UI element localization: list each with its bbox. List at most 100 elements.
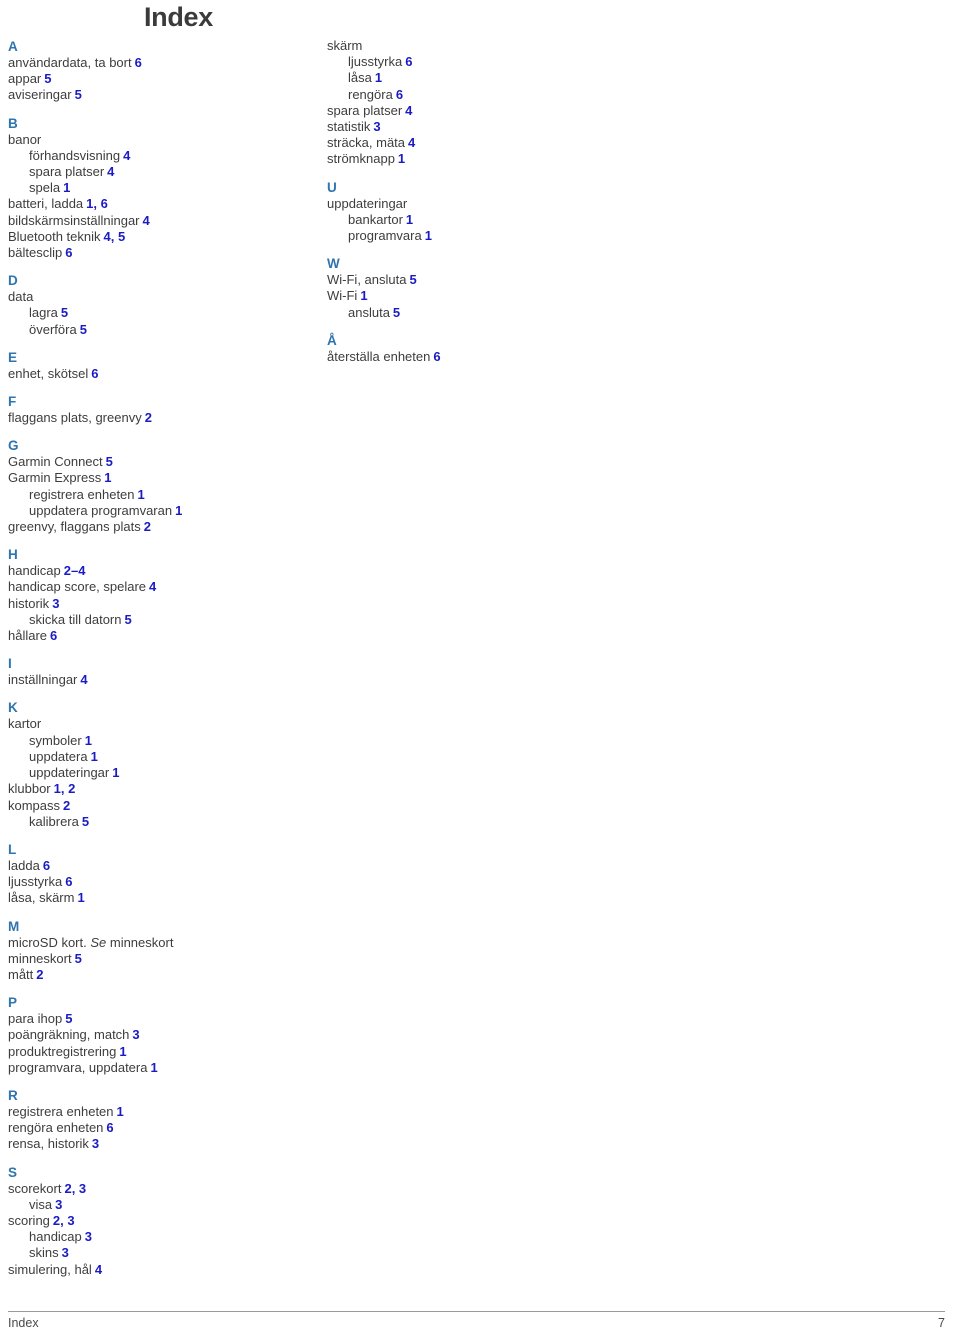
index-entry: greenvy, flaggans plats 2 [8,519,308,535]
entry-text: microSD kort. [8,934,91,950]
index-section: Ddata lagra 5 överföra 5 [8,272,308,338]
index-entry: bältesclip 6 [8,245,308,261]
entry-text: handicap [29,1229,82,1245]
entry-text: minneskort [8,950,72,966]
index-entry: mått 2 [8,967,308,983]
entry-page-number: 6 [42,857,51,873]
entry-page-number: 1 [397,151,406,167]
entry-text: produktregistrering [8,1043,117,1059]
index-entry: inställningar 4 [8,672,308,688]
entry-text: visa [29,1196,53,1212]
entry-page-number: 5 [44,71,52,87]
index-entry: handicap 2–4 [8,563,308,579]
index-section: W Wi-Fi, ansluta 5 Wi-Fi 1 ansluta 5 [327,255,627,321]
entry-text: ladda [8,857,40,873]
section-letter: G [8,438,19,454]
entry-page-number: 6 [65,874,73,890]
entry-page-number: 5 [60,305,69,321]
index-entry: flaggans plats, greenvy 2 [8,410,308,426]
section-letter: E [8,349,18,365]
entry-text: ansluta [348,304,390,320]
entry-page-number: 6 [91,365,99,381]
index-section: Sscorekort 2, 3 visa 3 scoring 2, 3 handicap 3 s… [8,1164,308,1278]
entry-text: statistik [327,119,371,135]
index-section: G Garmin Connect 5 Garmin Express 1 registrer… [8,437,308,535]
entry-page-number: 1 [116,1103,124,1119]
entry-text: enhet, skötsel [8,365,89,381]
index-subentry: kalibrera 5 [8,814,308,830]
entry-page-number: 4 [80,672,88,688]
entry-page-number: 1 [424,228,432,244]
entry-page-number: 5 [105,454,113,470]
entry-page-number: 2 [144,410,152,426]
index-entry: registrera enheten 1 [8,1104,308,1120]
index-entry: simulering, hål 4 [8,1262,308,1278]
entry-page-number: 6 [433,348,441,364]
entry-page-number: 1, 2 [53,781,76,797]
entry-text: användardata, ta bort [8,55,132,70]
entry-text: simulering, hål [8,1261,92,1277]
entry-text: uppdatera [29,748,88,764]
entry-page-number: 1 [104,470,112,486]
entry-text: strömknapp [327,151,395,167]
entry-text: appar [8,71,42,87]
index-entry: poängräkning, match 3 [8,1027,308,1043]
entry-text: Garmin Express [8,470,102,486]
section-letter: A [8,39,18,54]
entry-text: ljusstyrka [348,54,403,70]
index-entry: Garmin Express 1 [8,470,308,486]
index-section: Uuppdateringar bankartor 1 programvara 1 [327,179,627,245]
index-entry: scoring 2, 3 [8,1213,308,1229]
section-letter: W [327,256,340,272]
index-entry: historik 3 [8,596,308,612]
index-entry: Bluetooth teknik 4, 5 [8,229,308,245]
entry-text: batteri, ladda [8,196,84,212]
entry-text: Bluetooth teknik [8,228,101,244]
index-subentry: spela 1 [8,180,308,196]
entry-page-number: 2–4 [63,563,86,579]
entry-text: återställa enheten [327,348,431,364]
index-subentry: rengöra 6 [327,87,627,103]
index-subentry: uppdatera 1 [8,749,308,765]
entry-page-number: 4 [149,579,157,595]
section-letter: R [8,1087,18,1103]
entry-text: spara platser [327,102,403,118]
entry-page-number: 5 [79,321,87,337]
entry-page-number: 1 [84,732,92,748]
section-letter: U [327,179,337,195]
index-entry: användardata, ta bort 6 [8,55,308,71]
entry-text: kompass [8,797,61,813]
entry-text: sträcka, mäta [327,135,406,151]
entry-text-tail: minneskort [106,934,174,950]
index-entry: ljusstyrka 6 [8,874,308,890]
index-entry: minneskort 5 [8,951,308,967]
entry-text: Garmin Connect [8,454,103,470]
section-letter: I [8,656,12,672]
section-letter: F [8,394,17,410]
entry-text: banor [8,131,42,147]
entry-text: handicap [8,563,61,579]
index-entry: batteri, ladda 1, 6 [8,196,308,212]
index-subentry: skicka till datorn 5 [8,612,308,628]
index-subentry: bankartor 1 [327,212,627,228]
index-entry: handicap score, spelare 4 [8,579,308,595]
entry-text: mått [8,966,34,982]
entry-text: uppdatera programvaran [29,502,173,518]
entry-text: lagra [29,305,58,321]
entry-page-number: 6 [395,86,404,102]
entry-page-number: 4, 5 [103,228,126,244]
section-letter: H [8,547,18,563]
entry-text: symboler [29,732,82,748]
index-subentry: visa 3 [8,1197,308,1213]
entry-page-number: 1, 6 [86,196,108,212]
entry-cross-reference: Se [90,934,107,950]
entry-page-number: 2 [143,519,151,535]
entry-page-number: 2, 3 [52,1212,75,1228]
index-section: Hhandicap 2–4 handicap score, spelare 4 hist… [8,546,308,644]
index-subentry: programvara 1 [327,228,627,244]
index-entry: rengöra enheten 6 [8,1120,308,1136]
page-footer: Index 7 [8,1316,945,1334]
entry-text: skärm [327,38,363,53]
entry-page-number: 1 [63,180,71,196]
index-entry: programvara, uppdatera 1 [8,1060,308,1076]
